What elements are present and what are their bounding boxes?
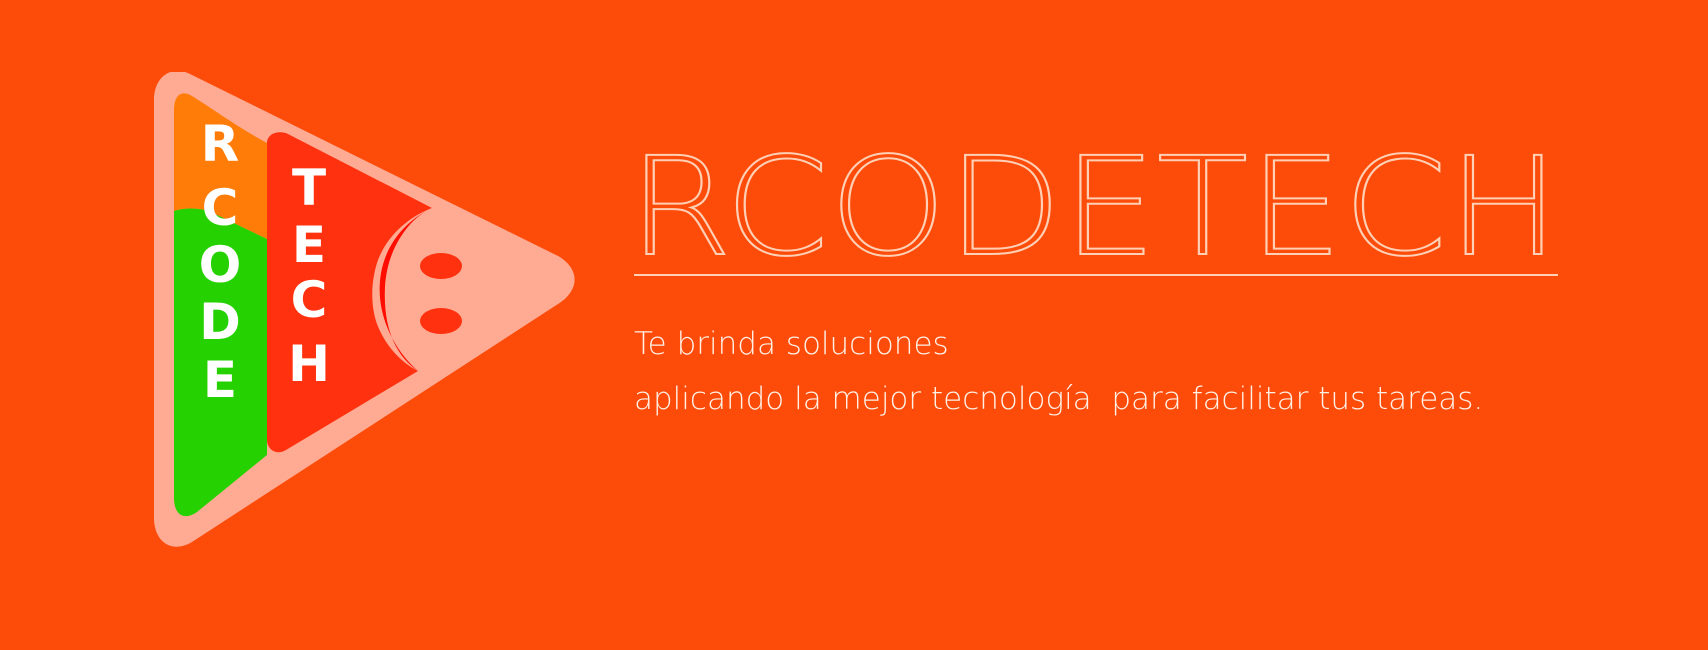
tagline-line-2: aplicando la mejor tecnología para facil… (634, 381, 1484, 417)
logo-letter-t: T (292, 159, 326, 217)
logo-letter-o: O (199, 236, 242, 294)
brand-title-graphic: RCODETECH (627, 128, 1561, 288)
logo-letter-r: R (201, 115, 240, 173)
logo-letter-e: E (203, 351, 237, 409)
logo-eye-upper (420, 253, 462, 279)
logo-letter-e2: E (292, 216, 326, 274)
brand-title: RCODETECH (627, 128, 1563, 288)
logo-letter-c2: C (291, 271, 328, 329)
title-divider (634, 274, 1558, 276)
logo-letter-d: D (199, 293, 241, 351)
logo-letter-h: H (288, 335, 330, 393)
logo-letter-c: C (202, 179, 239, 237)
banner: R C O D E T E C H RCODETECH Te brinda so… (0, 0, 1708, 650)
brand-title-text: RCODETECH (628, 129, 1560, 287)
logo-eye-lower (420, 308, 462, 334)
tagline-line-1: Te brinda soluciones (634, 326, 949, 362)
rcodetech-logo: R C O D E T E C H (154, 72, 575, 547)
